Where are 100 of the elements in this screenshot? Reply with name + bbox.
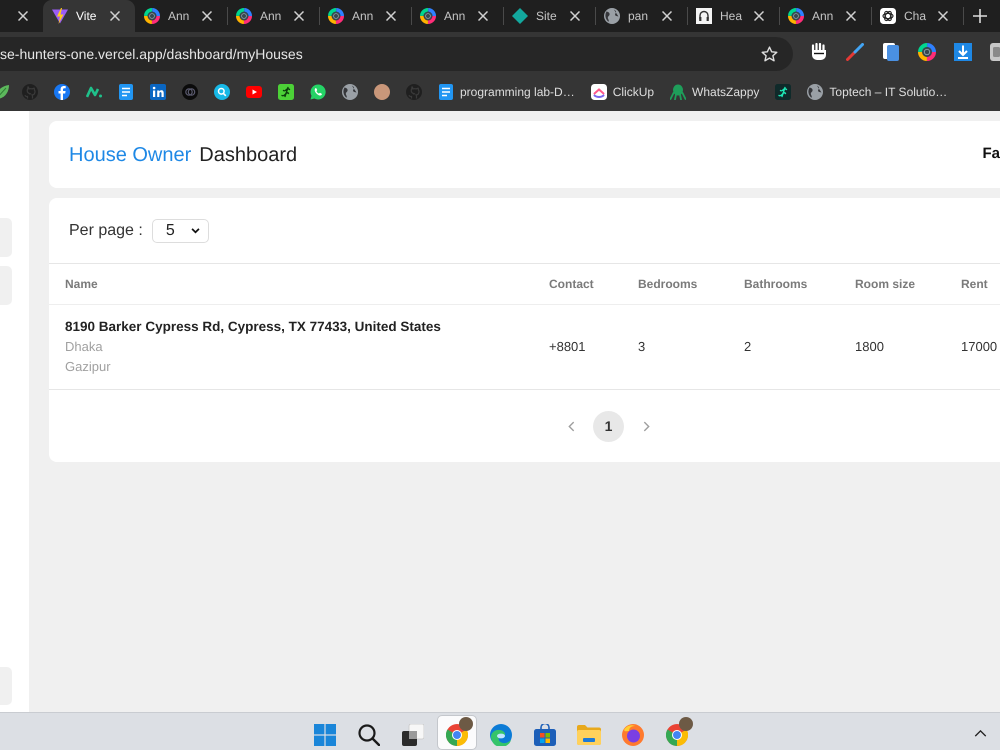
browser-tab[interactable]: Hea [687,0,779,32]
browser-tab[interactable]: Cha [871,0,963,32]
close-icon [386,11,396,21]
wave-circle-icon [490,724,512,746]
column-header: Rent [961,276,988,293]
page-title: Dashboard [199,142,298,168]
browser-tab[interactable]: Ann [779,0,871,32]
plus-icon [973,9,987,23]
fox-globe-icon [622,724,644,746]
bookmark-link[interactable]: programming lab-D… [438,82,575,100]
close-icon [754,11,764,21]
circle-logo-icon[interactable] [182,84,198,100]
color-ring-icon [420,8,436,24]
avatar-icon [679,717,693,731]
close-icon [846,11,856,21]
close-tab-button[interactable] [15,8,31,24]
loop-logo-icon[interactable] [590,84,607,100]
document-icon[interactable] [438,84,454,100]
close-tab-button[interactable] [659,8,675,24]
browser-tab[interactable]: pan [595,0,687,32]
page-number-button[interactable]: 1 [593,410,624,442]
octopus-icon[interactable] [670,84,686,100]
search-icon [358,724,380,746]
download-icon[interactable] [954,43,972,61]
star-icon [760,46,778,62]
chevron-right-icon [642,420,650,432]
house-location: Gazipur [65,358,111,376]
chevron-left-icon [568,420,574,432]
close-icon [18,11,28,21]
caret-up-icon [974,730,986,736]
bolt-triangle-icon [52,8,68,24]
column-header: Bedrooms [638,276,698,293]
headphones-icon [696,8,712,24]
squiggle-tile-icon[interactable] [278,84,294,100]
user-name: Fa [982,144,1000,164]
close-icon [938,11,948,21]
per-page-label: Per page : [69,220,143,240]
address-bar[interactable]: se-hunters-one.vercel.app/dashboard/myHouses [0,37,793,71]
column-header: Bathrooms [744,276,808,293]
browser-tab[interactable]: Ann [319,0,411,32]
close-icon [478,11,488,21]
bookmark-link[interactable]: Toptech – IT Solutio… [807,82,948,100]
phone-bubble-icon[interactable] [310,84,326,100]
close-tab-button[interactable] [475,8,491,24]
bookmark-link[interactable]: WhatsZappy [670,82,760,100]
browser-tab[interactable]: Ann [411,0,503,32]
letter-f-logo-icon[interactable] [54,84,70,100]
document-icon[interactable] [882,43,900,61]
close-icon [202,11,212,21]
close-icon [570,11,580,21]
square-logo-icon[interactable] [150,84,166,100]
color-ring-icon[interactable] [918,43,936,61]
close-tab-button[interactable] [199,8,215,24]
shopping-bag-icon [534,724,556,746]
browser-tab[interactable]: Ann [135,0,227,32]
column-header: Contact [549,276,594,293]
diamond-icon [512,8,528,24]
column-header: Room size [855,276,916,293]
column-header: Name [65,276,98,293]
close-tab-button[interactable] [751,8,767,24]
close-tab-button[interactable] [935,8,951,24]
leaf-icon[interactable] [0,84,10,100]
search-bubble-icon[interactable] [214,84,230,100]
new-tab-button[interactable] [971,7,989,25]
color-ring-icon [328,8,344,24]
taskbar-button[interactable] [437,715,477,750]
globe-icon [604,8,620,24]
close-tab-button[interactable] [107,8,123,24]
avatar-icon[interactable] [374,84,390,100]
table-cell-text: 17000 [961,338,998,356]
bookmark-star-button[interactable] [759,44,779,64]
close-icon [662,11,672,21]
close-tab-button[interactable] [383,8,399,24]
browser-tab[interactable]: Ann [227,0,319,32]
close-icon [110,11,120,21]
zigzag-icon[interactable] [86,84,102,100]
overlapping-squares-icon [402,724,424,746]
dropper-icon[interactable] [846,43,864,61]
house-address: 8190 Barker Cypress Rd, Cypress, TX 77433, United States [65,318,441,336]
color-ring-icon [144,8,160,24]
globe-icon[interactable] [342,84,358,100]
browser-tab[interactable]: Vite [43,0,135,32]
close-tab-button[interactable] [843,8,859,24]
close-tab-button[interactable] [567,8,583,24]
document-icon[interactable] [118,84,134,100]
browser-tab[interactable]: Site [503,0,595,32]
globe-icon[interactable] [807,84,824,100]
hand-icon[interactable] [810,43,828,61]
per-page-select[interactable]: 5 [152,218,209,242]
folder-icon [577,724,601,744]
bookmark-link[interactable]: ClickUp [590,82,654,100]
house-location: Dhaka [65,338,103,356]
title-accent: House Owner [69,142,192,168]
avatar-icon [459,717,473,731]
play-button-icon[interactable] [246,86,262,98]
squiggle-tile-icon[interactable] [775,84,792,100]
knot-icon [880,8,896,24]
url-text: se-hunters-one.vercel.app/dashboard/myHouses [0,44,303,64]
close-tab-button[interactable] [291,8,307,24]
tile-icon[interactable] [990,43,1000,61]
